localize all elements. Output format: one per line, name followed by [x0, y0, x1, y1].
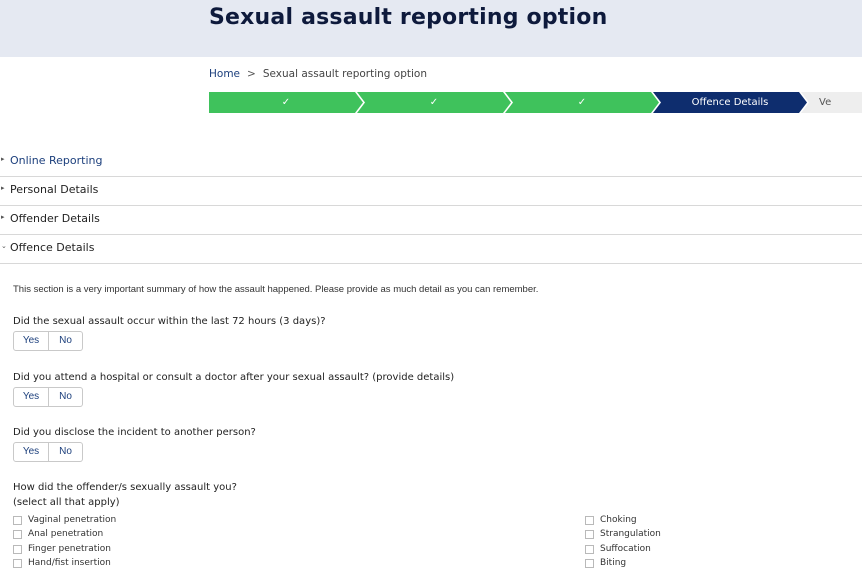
breadcrumb-home-link[interactable]: Home	[209, 68, 240, 80]
checkbox-box[interactable]	[585, 558, 594, 568]
progress-step-current[interactable]: Offence Details	[653, 92, 807, 113]
yes-button[interactable]: Yes	[13, 331, 49, 351]
section-offender-details[interactable]: ▸ Offender Details	[0, 206, 862, 235]
progress-steps: ✓ ✓ ✓ Offence Details Ve	[209, 92, 862, 113]
yes-button[interactable]: Yes	[13, 442, 49, 462]
checkbox-hand-fist-insertion[interactable]: Hand/fist insertion	[13, 557, 111, 569]
checkbox-biting[interactable]: Biting	[585, 557, 626, 569]
page-title: Sexual assault reporting option	[209, 5, 608, 30]
section-title: Offender Details	[10, 212, 100, 225]
offence-intro-text: This section is a very important summary…	[13, 284, 539, 295]
checkbox-finger-penetration[interactable]: Finger penetration	[13, 543, 111, 555]
checkbox-suffocation[interactable]: Suffocation	[585, 543, 651, 555]
checkbox-box[interactable]	[13, 544, 22, 554]
progress-step-1[interactable]: ✓	[209, 92, 363, 113]
section-title: Offence Details	[10, 241, 95, 254]
checkbox-anal-penetration[interactable]: Anal penetration	[13, 528, 103, 540]
question-hint: (select all that apply)	[13, 497, 120, 508]
checkbox-label: Choking	[600, 515, 637, 525]
checkbox-label: Anal penetration	[28, 529, 104, 539]
answer-toggle-hospital: Yes No	[13, 387, 83, 407]
checkbox-label: Vaginal penetration	[28, 515, 117, 525]
answer-toggle-72-hours: Yes No	[13, 331, 83, 351]
page-banner: Sexual assault reporting option	[0, 0, 862, 57]
question-disclosed-incident: Did you disclose the incident to another…	[13, 427, 256, 438]
progress-step-current-label: Offence Details	[691, 97, 769, 108]
chevron-right-icon: ▸	[1, 185, 5, 192]
checkbox-strangulation[interactable]: Strangulation	[585, 528, 661, 540]
checkbox-label: Finger penetration	[28, 544, 112, 554]
checkbox-box[interactable]	[585, 544, 594, 554]
question-how-assaulted: How did the offender/s sexually assault …	[13, 482, 237, 493]
checkbox-box[interactable]	[13, 529, 22, 539]
section-online-reporting[interactable]: ▸ Online Reporting	[0, 148, 862, 177]
no-button[interactable]: No	[49, 442, 83, 462]
check-icon: ✓	[429, 97, 439, 108]
section-personal-details[interactable]: ▸ Personal Details	[0, 177, 862, 206]
question-within-72-hours: Did the sexual assault occur within the …	[13, 316, 326, 327]
checkbox-label: Hand/fist insertion	[28, 558, 111, 568]
no-button[interactable]: No	[49, 387, 83, 407]
chevron-down-icon: ⌄	[1, 243, 7, 250]
section-title: Online Reporting	[10, 154, 103, 167]
check-icon: ✓	[577, 97, 587, 108]
checkbox-choking[interactable]: Choking	[585, 514, 637, 526]
checkbox-label: Suffocation	[600, 544, 651, 554]
checkbox-box[interactable]	[585, 515, 594, 525]
checkbox-label: Biting	[600, 558, 627, 568]
section-offence-details[interactable]: ⌄ Offence Details	[0, 235, 862, 264]
checkbox-box[interactable]	[13, 558, 22, 568]
checkbox-box[interactable]	[13, 515, 22, 525]
breadcrumb: Home > Sexual assault reporting option	[209, 68, 427, 80]
chevron-right-icon: ▸	[1, 156, 5, 163]
breadcrumb-separator: >	[247, 68, 256, 80]
progress-step-2[interactable]: ✓	[357, 92, 511, 113]
no-button[interactable]: No	[49, 331, 83, 351]
checkbox-box[interactable]	[585, 529, 594, 539]
check-icon: ✓	[281, 97, 291, 108]
progress-step-next-label: Ve	[819, 97, 832, 108]
progress-step-next[interactable]: Ve	[801, 92, 862, 113]
progress-step-3[interactable]: ✓	[505, 92, 659, 113]
chevron-right-icon: ▸	[1, 214, 5, 221]
question-hospital-visit: Did you attend a hospital or consult a d…	[13, 372, 455, 383]
yes-button[interactable]: Yes	[13, 387, 49, 407]
section-title: Personal Details	[10, 183, 99, 196]
breadcrumb-current: Sexual assault reporting option	[262, 68, 428, 80]
answer-toggle-disclosed: Yes No	[13, 442, 83, 462]
checkbox-label: Strangulation	[600, 529, 661, 539]
checkbox-vaginal-penetration[interactable]: Vaginal penetration	[13, 514, 116, 526]
